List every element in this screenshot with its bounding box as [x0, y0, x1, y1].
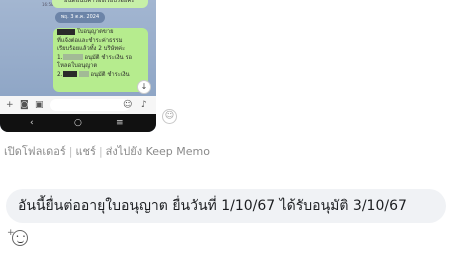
phone-message-line: ที่แจ้งต่อและชำระค่าธรรม	[57, 37, 123, 44]
plus-icon: +	[6, 100, 14, 110]
image-icon: ▣	[35, 100, 44, 110]
smiley-icon[interactable]: ☺	[162, 109, 177, 124]
separator: |	[68, 145, 73, 158]
redaction-block	[62, 54, 83, 60]
back-icon: ‹	[30, 118, 34, 128]
message-bubble[interactable]: อันนี้ยื่นต่ออายุใบอนุญาต ยื่นวันที่ 1/1…	[6, 189, 446, 223]
phone-input-field	[50, 99, 130, 111]
redaction-block	[62, 71, 77, 77]
phone-input-bar: + ◙ ▣ ☺ ♪	[0, 96, 156, 114]
phone-message-line: 2. อนุมัติ ชำระเงิน	[57, 71, 130, 78]
phone-message-line: เรียบร้อยแล้วทั้ง 2 บริษัทค่ะ	[57, 46, 126, 52]
emoji-icon: ☺	[123, 100, 133, 110]
open-folder-link[interactable]: เปิดโฟลเดอร์	[4, 145, 66, 158]
send-to-keep-link[interactable]: ส่งไปยัง Keep Memo	[106, 145, 210, 158]
file-actions: เปิดโฟลเดอร์ | แชร์ | ส่งไปยัง Keep Memo	[4, 142, 210, 160]
phone-date-pill: พฤ. 3 ต.ค. 2024	[55, 12, 105, 23]
phone-message-line: ใบอนุญาตขาย	[53, 28, 148, 37]
phone-message-bubble: ใบอนุญาตขาย ที่แจ้งต่อและชำระค่าธรรม เรี…	[53, 28, 148, 92]
add-reaction-icon[interactable]: + • •	[7, 229, 28, 246]
recent-apps-icon: ≡	[116, 118, 124, 128]
scroll-down-icon[interactable]: ↓	[137, 80, 151, 94]
phone-top-bubble-text: ยินดีแนบคำร้องเรียบร้อยค่ะ	[64, 0, 135, 4]
camera-icon: ◙	[20, 100, 29, 110]
chat-view: 16:58 น. ยินดีแนบคำร้องเรียบร้อยค่ะ พฤ. …	[0, 0, 453, 255]
phone-top-bubble: ยินดีแนบคำร้องเรียบร้อยค่ะ	[52, 0, 148, 8]
message-text: อันนี้ยื่นต่ออายุใบอนุญาต ยื่นวันที่ 1/1…	[18, 198, 407, 214]
microphone-icon: ♪	[141, 100, 147, 110]
phone-message-line: โหลดใบอนุญาต	[57, 63, 98, 69]
share-link[interactable]: แชร์	[75, 145, 95, 158]
attached-screenshot[interactable]: 16:58 น. ยินดีแนบคำร้องเรียบร้อยค่ะ พฤ. …	[0, 0, 156, 132]
separator: |	[98, 145, 103, 158]
phone-nav-bar: ‹ ○ ≡	[0, 114, 156, 132]
phone-message-line: 1. อนุมัติ ชำระเงิน รอ	[57, 54, 133, 61]
plus-icon: +	[7, 228, 15, 238]
mouth	[17, 240, 24, 243]
redaction-block	[78, 71, 89, 77]
phone-chat-area: 16:58 น. ยินดีแนบคำร้องเรียบร้อยค่ะ พฤ. …	[0, 0, 156, 96]
home-icon: ○	[74, 118, 82, 128]
redaction-block	[57, 28, 75, 35]
